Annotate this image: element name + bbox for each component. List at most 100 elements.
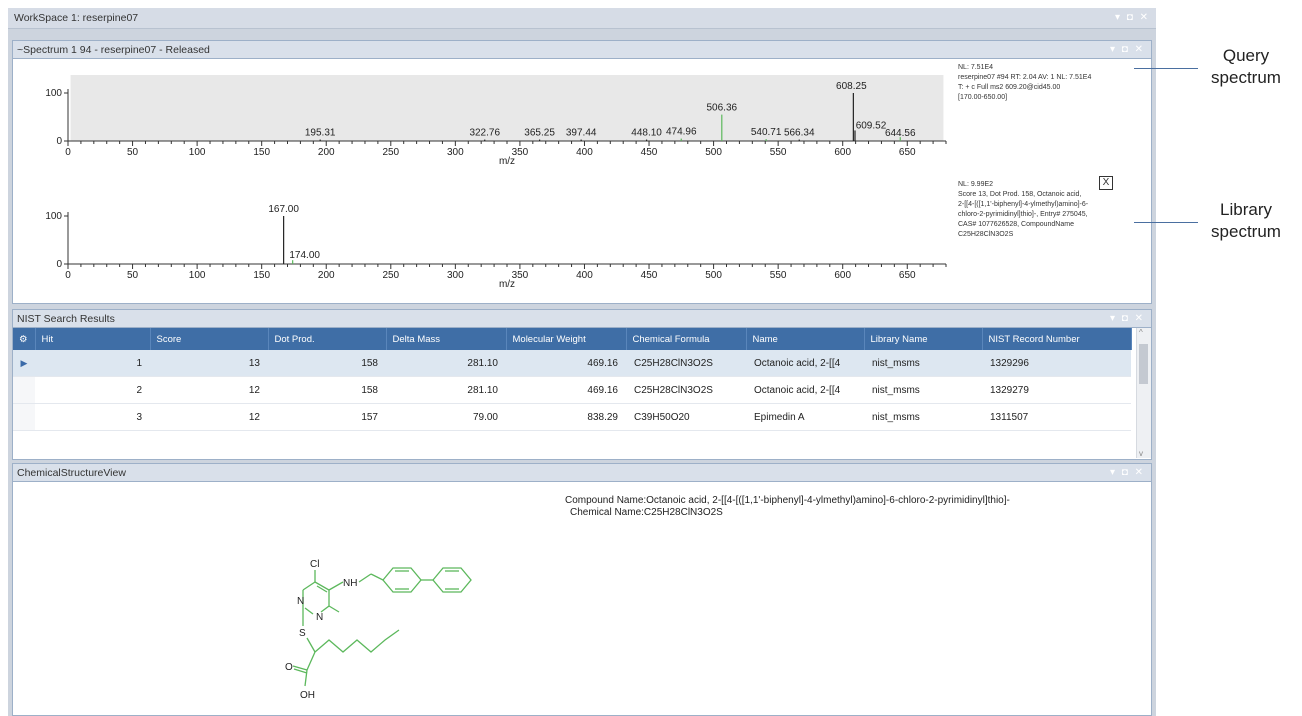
cell-nist-record-number: 1329279 (982, 376, 1131, 404)
cell-hit: 1 (35, 350, 150, 377)
cell-hit: 3 (35, 403, 150, 431)
row-indicator (13, 376, 35, 404)
query-spectrum-callout: Query spectrum (1200, 45, 1292, 89)
cell-chemical-formula: C25H28ClN3O2S (626, 376, 746, 404)
column-header[interactable]: Name (746, 328, 865, 350)
callout-text: spectrum (1211, 222, 1281, 241)
table-vertical-scrollbar[interactable]: ^ v (1136, 328, 1151, 458)
row-indicator (13, 403, 35, 431)
library-info-line: chloro-2-pyrimidinyl]thio]-, Entry# 2750… (958, 211, 1088, 218)
nist-panel: ⚙ Hit Score Dot Prod. Delta Mass Molecul… (12, 328, 1152, 460)
x-tick-label: 50 (127, 270, 139, 281)
peak-label: 540.71 (751, 127, 782, 138)
cell-library-name: nist_msms (864, 403, 982, 431)
y-tick-label: 100 (45, 88, 62, 99)
cell-chemical-formula: C25H28ClN3O2S (626, 350, 746, 377)
x-tick-label: 200 (318, 270, 335, 281)
nist-panel-title-text: NIST Search Results (17, 313, 115, 325)
x-tick-label: 250 (382, 147, 399, 158)
column-header[interactable]: Molecular Weight (506, 328, 627, 350)
nist-panel-title: NIST Search Results ▾ ◘ ✕ (12, 309, 1152, 328)
x-tick-label: 500 (705, 147, 722, 158)
atom-label-o: O (285, 662, 293, 673)
peak-label: 448.10 (631, 128, 662, 139)
table-row[interactable]: ▶ 1 13 158 281.10 469.16 C25H28ClN3O2S O… (13, 350, 1131, 377)
spectrum-panel-title: ~Spectrum 1 94 - reserpine07 - Released … (12, 40, 1152, 59)
scroll-up-icon[interactable]: ^ (1139, 328, 1143, 337)
compound-name-text: Compound Name:Octanoic acid, 2-[[4-[([1,… (565, 495, 1010, 519)
library-info: NL: 9.99E2 Score 13, Dot Prod. 158, Octa… (958, 180, 1148, 240)
cell-score: 12 (150, 403, 268, 431)
cell-library-name: nist_msms (864, 376, 982, 404)
cell-hit: 2 (35, 376, 150, 404)
cell-delta-mass: 281.10 (386, 376, 506, 404)
table-header-row: ⚙ Hit Score Dot Prod. Delta Mass Molecul… (13, 328, 1132, 350)
x-tick-label: 150 (253, 147, 270, 158)
workspace-window-controls[interactable]: ▾ ◘ ✕ (1115, 8, 1150, 28)
column-header[interactable]: Library Name (864, 328, 983, 350)
column-header[interactable]: Chemical Formula (626, 328, 747, 350)
x-tick-label: 400 (576, 270, 593, 281)
x-tick-label: 550 (770, 147, 787, 158)
x-tick-label: 300 (447, 147, 464, 158)
cell-molecular-weight: 838.29 (506, 403, 626, 431)
cell-molecular-weight: 469.16 (506, 376, 626, 404)
x-tick-label: 50 (127, 147, 139, 158)
table-row[interactable]: 2 12 158 281.10 469.16 C25H28ClN3O2S Oct… (13, 376, 1131, 404)
nist-panel-controls[interactable]: ▾ ◘ ✕ (1110, 310, 1145, 328)
column-header[interactable]: Score (150, 328, 269, 350)
row-selected-indicator-icon: ▶ (13, 350, 35, 377)
grid-settings-icon[interactable]: ⚙ (13, 328, 36, 350)
y-tick-label: 100 (45, 211, 62, 222)
library-info-line: 2-[[4-[([1,1'-biphenyl]-4-ylmethyl)amino… (958, 201, 1089, 208)
compound-name-line: Compound Name:Octanoic acid, 2-[[4-[([1,… (565, 495, 1010, 506)
x-axis-label: m/z (499, 279, 515, 290)
spectrum-panel-title-text: ~Spectrum 1 94 - reserpine07 - Released (17, 44, 210, 56)
library-spectrum-callout: Library spectrum (1200, 199, 1292, 243)
library-info-line: NL: 9.99E2 (958, 181, 994, 188)
atom-label-oh: OH (300, 690, 315, 701)
column-header[interactable]: Hit (35, 328, 151, 350)
chemical-name-line: Chemical Name:C25H28ClN3O2S (570, 507, 723, 518)
query-info-line: T: + c Full ms2 609.20@cid45.00 (958, 84, 1061, 91)
structure-panel-title-text: ChemicalStructureView (17, 467, 126, 479)
scrollbar-thumb[interactable] (1139, 344, 1148, 384)
callout-text: spectrum (1211, 68, 1281, 87)
table-row[interactable]: 3 12 157 79.00 838.29 C39H50O20 Epimedin… (13, 403, 1131, 431)
column-header[interactable]: NIST Record Number (982, 328, 1132, 350)
cell-nist-record-number: 1311507 (982, 403, 1131, 431)
nist-results-table: ⚙ Hit Score Dot Prod. Delta Mass Molecul… (13, 328, 1132, 431)
cell-library-name: nist_msms (864, 350, 982, 377)
spectrum-panel-controls[interactable]: ▾ ◘ ✕ (1110, 41, 1145, 59)
peak-label: 167.00 (268, 204, 299, 215)
peak-label: 644.56 (885, 128, 916, 139)
workspace-titlebar: WorkSpace 1: reserpine07 ▾ ◘ ✕ (8, 8, 1156, 29)
cell-molecular-weight: 469.16 (506, 350, 626, 377)
cell-name: Octanoic acid, 2-[[4 (746, 350, 864, 377)
callout-text: Library (1220, 200, 1272, 219)
cell-name: Epimedin A (746, 403, 864, 431)
peak-label: 609.52 (856, 120, 887, 131)
scroll-down-icon[interactable]: v (1139, 449, 1143, 458)
library-info-line: C25H28ClN3O2S (958, 231, 1014, 238)
cell-dot-prod: 158 (268, 376, 386, 404)
x-tick-label: 550 (770, 270, 787, 281)
structure-panel-title: ChemicalStructureView ▾ ◘ ✕ (12, 463, 1152, 482)
peak-label: 195.31 (305, 128, 336, 139)
peak-label: 397.44 (566, 128, 597, 139)
column-header[interactable]: Dot Prod. (268, 328, 387, 350)
library-close-button[interactable]: X (1099, 176, 1113, 190)
spectrum-panel: 100 0 0 50 100 150 200 250 300 350 400 450 500 550 600… (12, 59, 1152, 304)
x-tick-label: 150 (253, 270, 270, 281)
atom-label-n: N (316, 612, 323, 623)
column-header[interactable]: Delta Mass (386, 328, 507, 350)
workspace-title: WorkSpace 1: reserpine07 (14, 12, 139, 24)
cell-delta-mass: 79.00 (386, 403, 506, 431)
y-tick-label: 0 (56, 259, 62, 270)
structure-panel-controls[interactable]: ▾ ◘ ✕ (1110, 464, 1145, 482)
x-tick-label: 600 (834, 147, 851, 158)
x-tick-label: 0 (65, 270, 71, 281)
atom-label-cl: Cl (310, 559, 319, 570)
x-tick-label: 250 (382, 270, 399, 281)
x-tick-label: 450 (641, 270, 658, 281)
